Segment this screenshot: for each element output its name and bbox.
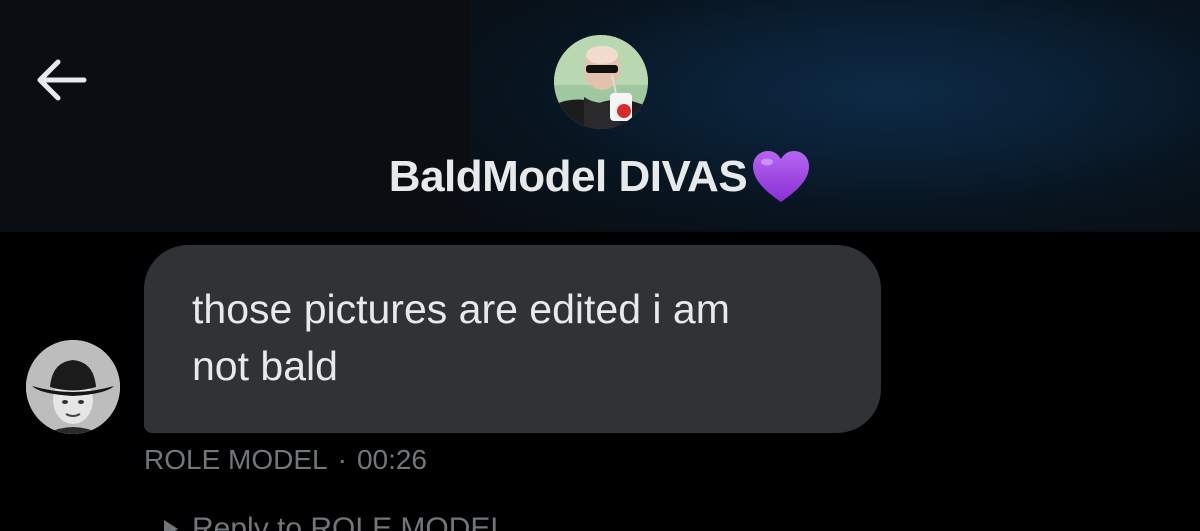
message-meta: ROLE MODEL · 00:26 [144,444,427,476]
group-avatar[interactable] [554,35,648,129]
back-button[interactable] [28,50,92,110]
sender-name[interactable]: ROLE MODEL [144,444,328,476]
meta-separator: · [337,444,347,475]
group-name: BaldModel DIVAS [388,152,748,201]
message-text: those pictures are edited i am not bald [192,286,730,389]
dm-conversation-screen: BaldModel DIVAS those pictures are edite… [0,0,1200,531]
arrow-left-icon [37,59,87,101]
conversation-header: BaldModel DIVAS [0,0,1200,232]
group-avatar-photo [554,35,648,129]
reply-arrow-icon [164,520,178,531]
message-time: 00:26 [356,444,428,475]
group-title[interactable]: BaldModel DIVAS [0,148,1200,206]
reply-hint-label: Reply to ROLE MODEL [192,512,508,531]
sender-avatar[interactable] [26,340,120,434]
purple-heart-icon [753,151,810,202]
reply-hint[interactable]: Reply to ROLE MODEL [160,512,507,531]
message-bubble[interactable]: those pictures are edited i am not bald [144,245,881,433]
sender-avatar-cowboy-hat-photo [26,340,120,434]
